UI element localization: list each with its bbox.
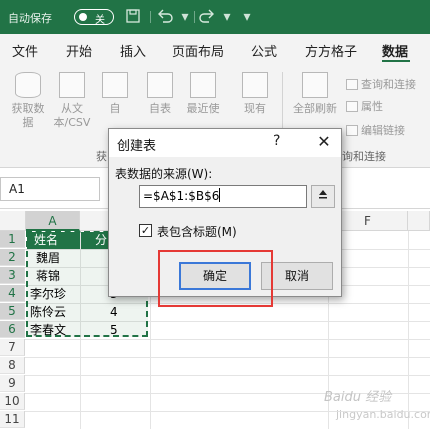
existing-label: 现有: [244, 102, 266, 115]
row-header-2[interactable]: 2: [0, 249, 25, 266]
collapse-dialog-icon: [319, 190, 327, 199]
watermark-brand: Baidu 经验: [324, 390, 392, 405]
name-box-value: A1: [9, 182, 25, 196]
recent-sources-button[interactable]: 最近使: [182, 72, 224, 116]
queries-icon: [346, 79, 358, 90]
source-range-input[interactable]: =$A$1:$B$6: [139, 185, 307, 208]
get-data-label: 获取数: [11, 102, 45, 115]
get-data-label-2: 据: [22, 116, 34, 129]
title-bar: 自动保存 关 ▾ ▾ ▾: [0, 0, 430, 34]
toolbar-separator: [194, 11, 195, 23]
from-table-button[interactable]: 自表: [140, 72, 180, 116]
row-header-8[interactable]: 8: [0, 357, 25, 374]
close-icon[interactable]: ✕: [311, 131, 337, 153]
queries-connections-button[interactable]: 查询和连接: [346, 76, 416, 92]
redo-dropdown-icon[interactable]: ▾: [218, 8, 236, 26]
refresh-all-label: 全部刷新: [293, 102, 337, 115]
queries-connections-label: 查询和连接: [361, 78, 416, 91]
autosave-label: 自动保存: [8, 12, 52, 25]
tab-fangfang[interactable]: 方方格子: [305, 41, 357, 60]
active-tab-indicator: [382, 60, 410, 62]
dialog-title: 创建表: [117, 139, 157, 154]
from-text-label-2: 本/CSV: [53, 116, 91, 129]
from-text-csv-button[interactable]: 从文 本/CSV: [50, 72, 94, 130]
edit-links-button[interactable]: 编辑链接: [346, 122, 405, 138]
column-header-a[interactable]: A: [26, 211, 80, 231]
ribbon-tabs: 文件 开始 插入 页面布局 公式 方方格子 数据: [0, 34, 430, 64]
existing-connections-button[interactable]: 现有: [238, 72, 272, 116]
row-header-4[interactable]: 4: [0, 285, 25, 302]
toggle-knob: [79, 13, 87, 21]
gridline: [25, 375, 430, 376]
table-icon: [147, 72, 173, 98]
refresh-all-button[interactable]: 全部刷新: [288, 72, 342, 116]
has-headers-checkbox[interactable]: ✓: [139, 224, 152, 237]
row-header-1[interactable]: 1: [0, 231, 25, 248]
customize-toolbar-icon[interactable]: ▾: [238, 8, 256, 26]
row-header-5[interactable]: 5: [0, 303, 25, 320]
web-icon: [102, 72, 128, 98]
watermark: Baidu 经验 jingyan.baidu.com: [306, 382, 430, 428]
highlight-annotation-box: [158, 250, 273, 307]
group-label-get: 获: [96, 150, 107, 163]
row-header-7[interactable]: 7: [0, 339, 25, 356]
connections-icon: [242, 72, 268, 98]
select-all-corner[interactable]: [0, 211, 26, 231]
row-header-9[interactable]: 9: [0, 375, 25, 392]
text-file-icon: [59, 72, 85, 98]
text-caret: [219, 188, 221, 202]
tab-page-layout[interactable]: 页面布局: [172, 41, 224, 60]
edit-links-icon: [346, 125, 358, 136]
group-label-queries: 询和连接: [342, 150, 386, 163]
tab-insert[interactable]: 插入: [120, 41, 146, 60]
column-header-g[interactable]: [408, 211, 430, 231]
autosave-toggle[interactable]: 关: [74, 9, 114, 26]
row-header-11[interactable]: 11: [0, 411, 25, 428]
database-icon: [15, 72, 41, 98]
tab-formulas[interactable]: 公式: [251, 41, 277, 60]
undo-icon[interactable]: [156, 8, 174, 26]
tab-file[interactable]: 文件: [12, 41, 38, 60]
recent-icon: [190, 72, 216, 98]
tab-home[interactable]: 开始: [66, 41, 92, 60]
from-table-label: 自表: [149, 102, 171, 115]
watermark-url: jingyan.baidu.com: [336, 408, 430, 421]
help-button[interactable]: ?: [273, 133, 280, 149]
name-box[interactable]: A1: [0, 177, 100, 201]
properties-label: 属性: [361, 100, 383, 113]
gridline: [25, 357, 430, 358]
edit-links-label: 编辑链接: [361, 124, 405, 137]
undo-dropdown-icon[interactable]: ▾: [176, 8, 194, 26]
refresh-icon: [302, 72, 328, 98]
tab-data[interactable]: 数据: [382, 41, 408, 60]
row-header-10[interactable]: 10: [0, 393, 25, 410]
redo-icon[interactable]: [198, 8, 216, 26]
get-data-button[interactable]: 获取数 据: [6, 72, 50, 130]
properties-button[interactable]: 属性: [346, 98, 383, 114]
properties-icon: [346, 101, 358, 112]
has-headers-label[interactable]: 表包含标题(M): [157, 223, 237, 240]
from-web-button[interactable]: 自: [98, 72, 132, 116]
gridline: [25, 339, 430, 340]
from-text-label: 从文: [61, 102, 83, 115]
toolbar-separator: [150, 11, 151, 23]
row-header-6[interactable]: 6: [0, 321, 25, 338]
row-header-3[interactable]: 3: [0, 267, 25, 284]
dialog-titlebar[interactable]: 创建表 ? ✕: [109, 129, 341, 157]
range-picker-button[interactable]: [311, 185, 335, 208]
recent-label: 最近使: [186, 102, 220, 115]
save-icon[interactable]: [124, 8, 142, 26]
source-label: 表数据的来源(W):: [115, 167, 213, 181]
autosave-toggle-state: 关: [95, 15, 105, 26]
source-range-value: =$A$1:$B$6: [143, 189, 220, 203]
from-label: 自: [109, 102, 121, 115]
